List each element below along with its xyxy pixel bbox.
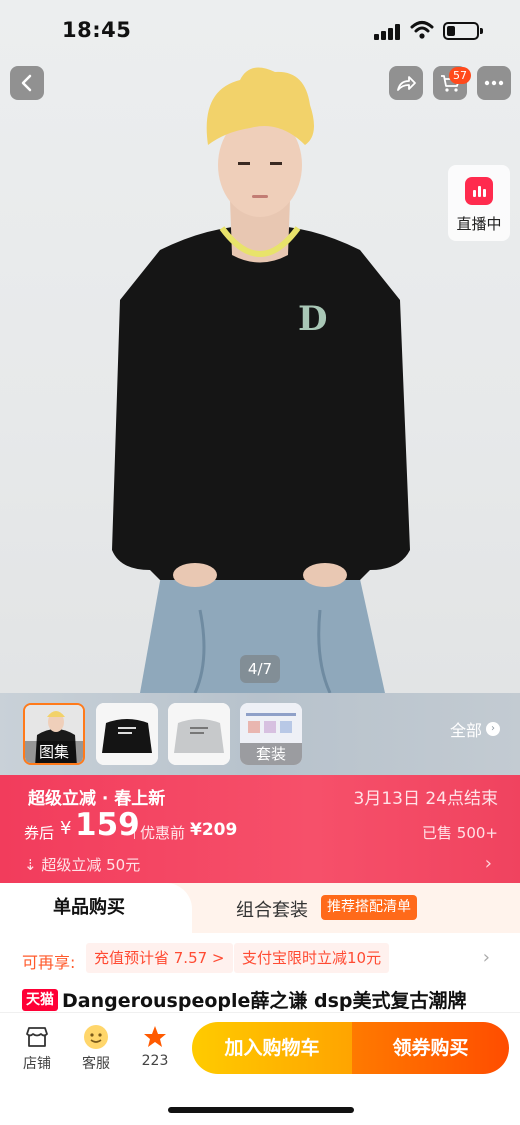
after-coupon-label: 券后 [24,824,55,842]
thumbnail-gallery[interactable]: 图集 [23,703,85,765]
live-bars-icon [465,177,493,205]
wifi-icon [410,21,434,39]
more-button[interactable] [477,66,511,100]
customer-service-icon [84,1025,108,1049]
product-image-gallery[interactable]: D 18:45 57 直播中 4/7 [0,0,520,693]
back-button[interactable] [10,66,44,100]
thumbnail-set[interactable]: 套装 [240,703,302,765]
thumbnail-strip: 图集 套装 全部 › [0,693,520,775]
recharge-saving-chip[interactable]: 充值预计省 7.57 > [86,943,233,973]
chevron-right-icon[interactable]: › [483,947,490,968]
buy-with-coupon-button[interactable]: 领券购买 [352,1022,509,1074]
svg-text:D: D [298,299,327,339]
gallery-page-indicator: 4/7 [240,655,280,683]
price-after-coupon: 159 [75,807,140,843]
chevron-right-icon: › [486,722,501,736]
product-photo: D [112,67,410,693]
customer-service-label: 客服 [82,1056,110,1072]
thumbnail-label: 套装 [240,743,302,765]
before-discount-label: 优惠前 [140,824,186,842]
thumbnail-image [168,703,230,765]
product-title-text: Dangerouspeople薛之谦 dsp美式复古潮牌 [62,990,467,1012]
favorite-button[interactable]: 223 [132,1023,178,1069]
share-icon [397,76,416,91]
live-stream-button[interactable]: 直播中 [448,165,510,241]
chevron-left-icon [21,74,32,92]
more-dots-icon [484,80,504,86]
store-button[interactable]: 店铺 [14,1023,60,1073]
favorite-count: 223 [141,1053,169,1069]
home-indicator [168,1107,354,1113]
tab-combo-set[interactable]: 组合套装 [236,896,308,922]
promotion-banner: 超级立减 · 春上新 3月13日 24点结束 券后 ¥ 159 优惠前 ¥209… [0,775,520,883]
tmall-badge: 天猫 [22,989,58,1011]
benefits-label: 可再享: [22,953,76,972]
sold-count: 已售 500+ [422,824,498,842]
add-to-cart-button[interactable]: 加入购物车 [192,1022,352,1074]
chevron-right-icon[interactable]: › [485,853,492,874]
thumbnail-grey[interactable] [168,703,230,765]
battery-icon [443,22,483,40]
view-all-label: 全部 [450,721,483,740]
tab-single-purchase[interactable]: 单品购买 [0,883,192,933]
instant-discount[interactable]: ⇣ 超级立减 50元 [24,854,140,875]
promo-title: 超级立减 · 春上新 [28,789,166,809]
cellular-signal-icon [374,24,402,40]
benefits-row[interactable]: 可再享: 充值预计省 7.57 > 支付宝限时立减10元 › [0,933,520,983]
customer-service-button[interactable]: 客服 [73,1023,119,1073]
alipay-discount-chip[interactable]: 支付宝限时立减10元 [234,943,390,973]
store-icon [26,1027,48,1047]
view-all-link[interactable]: 全部 › [450,717,501,741]
arrow-down-icon: ⇣ [24,856,42,874]
promo-end-time: 3月13日 24点结束 [353,789,498,809]
share-button[interactable] [389,66,423,100]
status-bar: 18:45 [0,0,520,62]
purchase-tabs: 单品购买 组合套装 推荐搭配清单 [0,883,520,933]
live-label: 直播中 [456,215,502,233]
thumbnail-image [96,703,158,765]
price-before-discount: ¥209 [190,820,238,840]
price-divider [134,821,135,839]
thumbnail-label: 图集 [25,741,83,763]
instant-discount-label: 超级立减 50元 [41,856,141,874]
recommend-list-tag[interactable]: 推荐搭配清单 [321,895,417,920]
store-label: 店铺 [23,1056,51,1072]
star-icon [144,1026,166,1047]
currency-symbol: ¥ [60,818,72,839]
cart-count-badge: 57 [449,67,471,84]
thumbnail-black[interactable] [96,703,158,765]
status-time: 18:45 [62,18,132,42]
